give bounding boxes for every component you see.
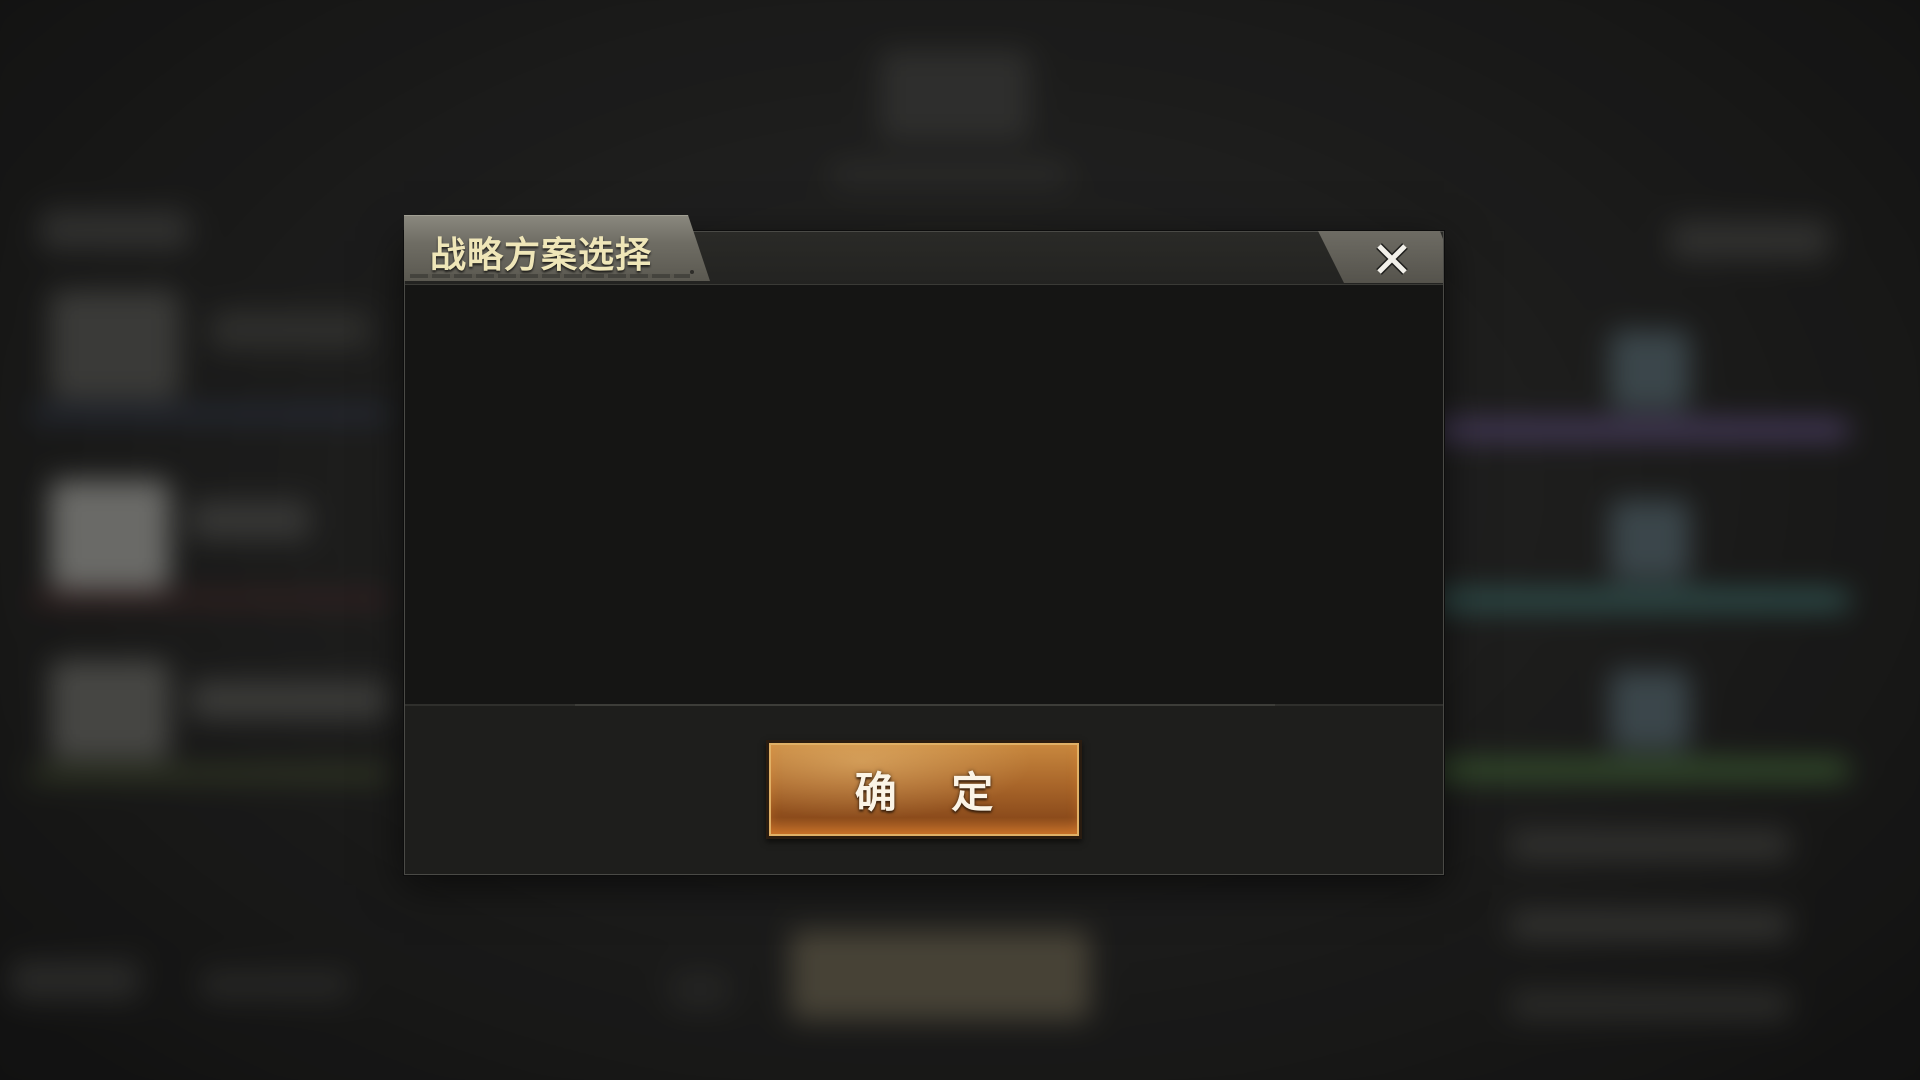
confirm-button-label: 确 定 <box>854 768 1014 817</box>
game-screen: 战略方案选择 确 定 <box>0 0 1920 1080</box>
tab-rivet <box>690 270 694 274</box>
plan-list-area <box>405 285 1443 704</box>
confirm-button[interactable]: 确 定 <box>766 740 1082 839</box>
dialog-title-tab: 战略方案选择 <box>404 215 710 281</box>
close-icon <box>1374 241 1410 277</box>
dialog-title: 战略方案选择 <box>430 235 653 276</box>
strategy-plan-dialog: 战略方案选择 确 定 <box>404 213 1444 875</box>
